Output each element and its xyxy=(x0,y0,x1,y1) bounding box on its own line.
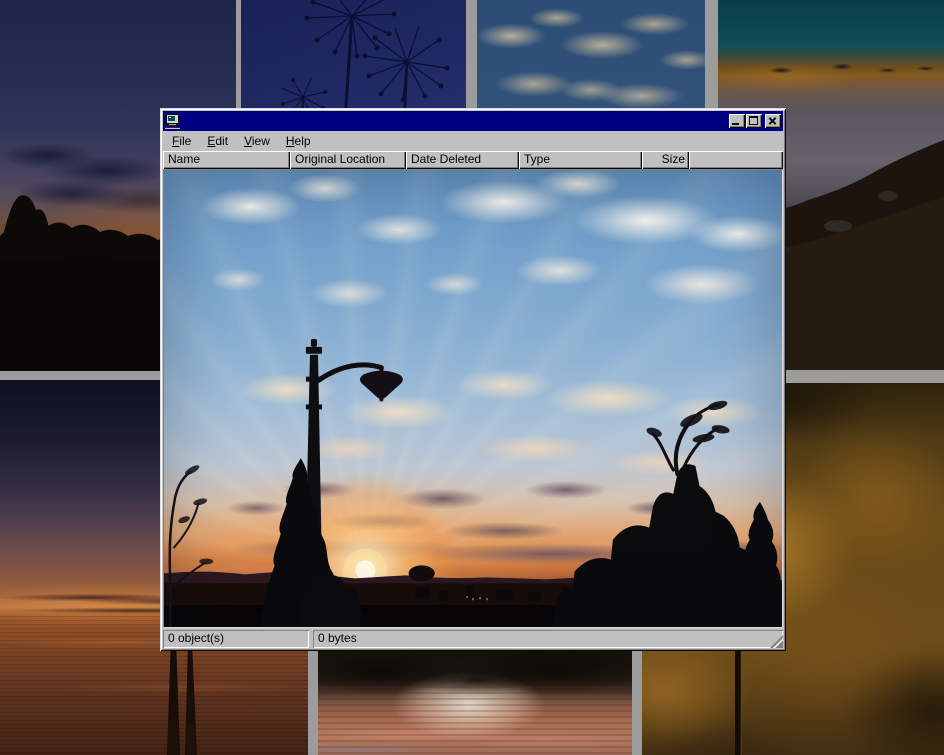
column-header-type[interactable]: Type xyxy=(519,151,642,169)
column-header-date-deleted[interactable]: Date Deleted xyxy=(406,151,519,169)
status-objects: 0 object(s) xyxy=(163,630,309,648)
reflection-ripples xyxy=(318,686,632,755)
computer-icon xyxy=(165,114,181,129)
minimize-icon xyxy=(732,123,739,125)
column-header-filler[interactable] xyxy=(689,151,783,169)
maximize-icon xyxy=(749,116,758,125)
menu-help[interactable]: Help xyxy=(278,132,319,151)
menu-edit[interactable]: Edit xyxy=(199,132,236,151)
menu-file[interactable]: File xyxy=(164,132,199,151)
title-bar[interactable] xyxy=(163,111,783,131)
recycle-bin-window: File Edit View Help Name Original Locati… xyxy=(160,108,786,651)
status-bar: 0 object(s) 0 bytes xyxy=(163,628,783,648)
file-list-area[interactable] xyxy=(163,169,783,628)
status-bytes: 0 bytes xyxy=(313,630,783,648)
maximize-button[interactable] xyxy=(746,114,762,128)
column-header-size[interactable]: Size xyxy=(642,151,689,169)
column-headers: Name Original Location Date Deleted Type… xyxy=(163,151,783,169)
photo-vignette xyxy=(164,170,782,627)
bg-photo-pink-reflection xyxy=(318,651,632,755)
minimize-button[interactable] xyxy=(729,114,745,128)
window-controls xyxy=(728,114,781,128)
close-button[interactable] xyxy=(765,114,781,128)
window-title xyxy=(184,113,728,129)
column-header-original-location[interactable]: Original Location xyxy=(290,151,406,169)
column-header-name[interactable]: Name xyxy=(163,151,290,169)
menu-bar: File Edit View Help xyxy=(163,132,783,151)
menu-view[interactable]: View xyxy=(236,132,278,151)
